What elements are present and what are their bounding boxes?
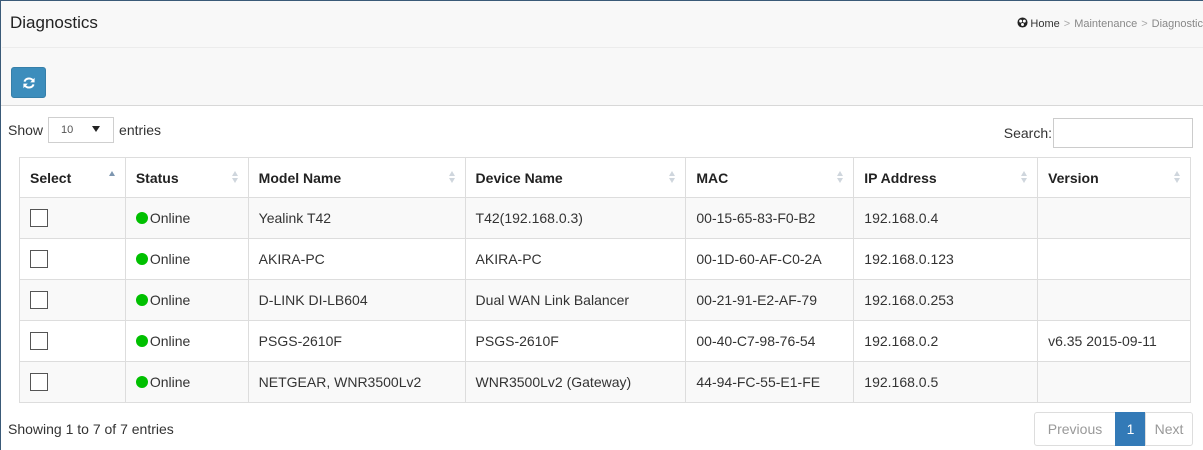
table-row: Online NETGEAR, WNR3500Lv2 WNR3500Lv2 (G… [19,361,1191,403]
model-name-cell: AKIRA-PC [247,238,466,280]
column-header-ip-address[interactable]: IP Address [853,157,1039,198]
column-header-model-name[interactable]: Model Name [247,157,466,198]
page-length-value: 10 [61,124,74,136]
version-cell [1037,197,1191,239]
row-checkbox[interactable] [30,291,48,310]
row-checkbox[interactable] [30,250,48,269]
model-name-cell: NETGEAR, WNR3500Lv2 [247,361,466,403]
ip-address-cell: 192.168.0.123 [853,238,1039,280]
table-row: Online Yealink T42 T42(192.168.0.3) 00-1… [19,197,1191,239]
page-title: Diagnostics [10,13,98,32]
row-checkbox[interactable] [30,209,48,228]
page-length-control: Show 10 entries [8,116,161,144]
status-cell: Online [124,361,249,403]
breadcrumb-home-link[interactable]: Home [1030,18,1059,30]
show-label: Show [8,122,44,138]
online-status-icon [135,294,148,306]
online-status-icon [135,335,148,347]
page-1-button[interactable]: 1 [1115,412,1146,446]
version-cell [1037,361,1191,403]
table-row: Online AKIRA-PC AKIRA-PC 00-1D-60-AF-C0-… [19,238,1191,280]
previous-page-button[interactable]: Previous [1034,412,1116,446]
ip-address-cell: 192.168.0.2 [853,320,1039,362]
devices-table: Select Status Model Name Device Name MAC… [19,157,1191,403]
column-header-select[interactable]: Select [19,157,126,198]
refresh-button[interactable] [11,67,46,98]
table-header-row: Select Status Model Name Device Name MAC… [19,157,1191,198]
breadcrumb-maintenance-link[interactable]: Maintenance [1074,18,1137,30]
model-name-cell: PSGS-2610F [247,320,466,362]
breadcrumb-current: Diagnostic [1151,18,1203,30]
breadcrumb-separator: > [1141,18,1148,30]
search-input[interactable] [1053,118,1193,148]
sort-icon [669,171,676,185]
mac-cell: 00-40-C7-98-76-54 [685,320,855,362]
device-name-cell: WNR3500Lv2 (Gateway) [464,361,687,403]
row-checkbox[interactable] [30,373,48,392]
version-cell: v6.35 2015-09-11 [1037,320,1191,362]
version-cell [1037,238,1191,280]
next-page-button[interactable]: Next [1145,412,1193,446]
search-control: Search: [1004,118,1193,148]
select-cell [19,279,126,321]
table-row: Online PSGS-2610F PSGS-2610F 00-40-C7-98… [19,320,1191,362]
mac-cell: 44-94-FC-55-E1-FE [685,361,855,403]
entries-label: entries [119,122,162,138]
breadcrumb-separator: > [1063,18,1071,30]
version-cell [1037,279,1191,321]
table-row: Online D-LINK DI-LB604 Dual WAN Link Bal… [19,279,1191,321]
sort-icon [1174,171,1181,185]
status-cell: Online [124,238,249,280]
select-cell [19,361,126,403]
ip-address-cell: 192.168.0.5 [853,361,1039,403]
pagination: Previous 1 Next [1034,412,1193,446]
model-name-cell: D-LINK DI-LB604 [247,279,466,321]
column-header-device-name[interactable]: Device Name [464,157,687,198]
home-icon [1017,17,1028,28]
mac-cell: 00-15-65-83-F0-B2 [685,197,855,239]
mac-cell: 00-1D-60-AF-C0-2A [685,238,855,280]
refresh-icon [22,76,35,89]
status-cell: Online [124,279,249,321]
page-header: Diagnostics Home > Maintenance > Diagnostic [1,1,1203,106]
mac-cell: 00-21-91-E2-AF-79 [685,279,855,321]
ip-address-cell: 192.168.0.253 [853,279,1039,321]
online-status-icon [135,376,148,388]
device-name-cell: Dual WAN Link Balancer [464,279,687,321]
search-label: Search: [1003,125,1052,141]
sort-ascending-icon [108,171,116,185]
select-cell [19,320,126,362]
column-header-version[interactable]: Version [1037,157,1191,198]
online-status-icon [135,253,148,265]
caret-down-icon [92,126,101,132]
column-header-mac[interactable]: MAC [685,157,855,198]
row-checkbox[interactable] [30,332,48,351]
breadcrumb: Home > Maintenance > Diagnostic [1017,17,1203,31]
device-name-cell: PSGS-2610F [464,320,687,362]
column-header-status[interactable]: Status [124,157,249,198]
device-name-cell: T42(192.168.0.3) [464,197,687,239]
select-cell [19,238,126,280]
header-divider [2,47,1203,48]
model-name-cell: Yealink T42 [247,197,466,239]
select-cell [19,197,126,239]
device-name-cell: AKIRA-PC [464,238,687,280]
ip-address-cell: 192.168.0.4 [853,197,1039,239]
page-length-select[interactable]: 10 [48,117,115,143]
online-status-icon [135,212,148,224]
sort-icon [448,171,456,185]
sort-icon [837,171,844,185]
status-cell: Online [124,197,249,239]
sort-icon [1021,171,1028,185]
sort-icon [231,171,239,185]
status-cell: Online [124,320,249,362]
table-info: Showing 1 to 7 of 7 entries [8,421,174,437]
